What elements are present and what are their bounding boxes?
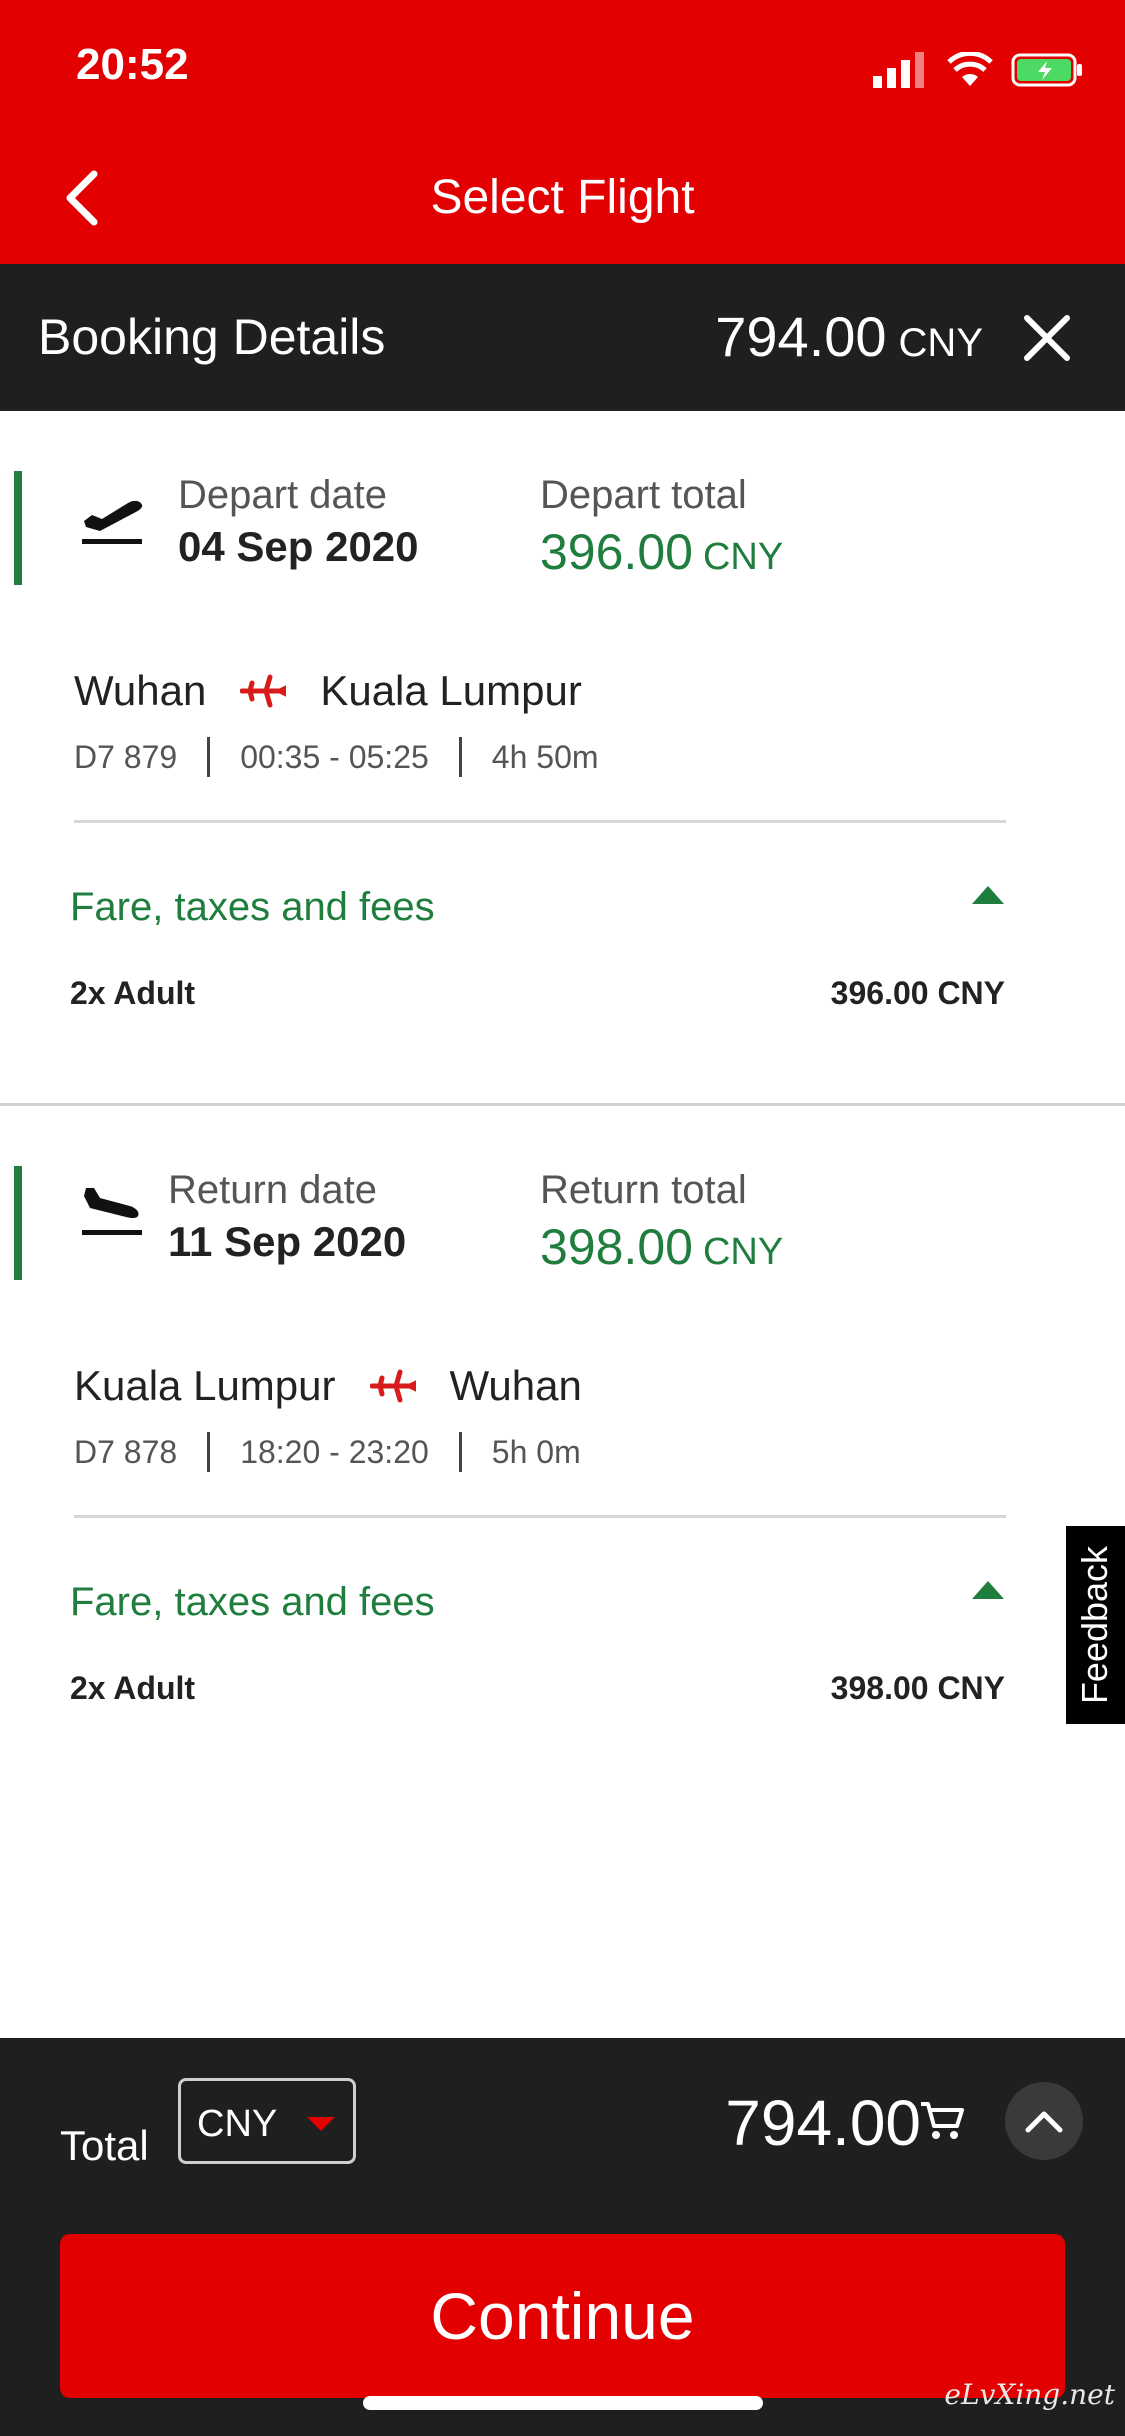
depart-origin: Wuhan — [74, 667, 207, 714]
booking-details-bar[interactable]: Booking Details 794.00 CNY — [0, 264, 1125, 411]
return-total: 398.00 CNY — [540, 1218, 783, 1276]
wifi-icon — [947, 52, 993, 86]
page-title: Select Flight — [430, 171, 695, 224]
return-section: Return date 11 Sep 2020 Return total 398… — [0, 1106, 1125, 1866]
meta-separator — [458, 1432, 462, 1472]
return-route: Kuala Lumpur Wuhan — [74, 1362, 582, 1410]
depart-date-label: Depart date — [178, 473, 388, 517]
currency-select[interactable]: CNY — [178, 2078, 356, 2164]
expand-button[interactable] — [1005, 2082, 1083, 2160]
return-divider — [74, 1515, 1006, 1518]
signal-icon — [873, 52, 924, 88]
chevron-up-icon — [1025, 2111, 1063, 2133]
depart-fare-toggle[interactable]: Fare, taxes and fees — [70, 885, 435, 930]
return-accent-bar — [14, 1166, 22, 1280]
return-time-range: 18:20 - 23:20 — [240, 1433, 429, 1470]
return-date-value: 11 Sep 2020 — [168, 1218, 407, 1265]
depart-section: Depart date 04 Sep 2020 Depart total 396… — [0, 411, 1125, 1103]
depart-total-label: Depart total — [540, 473, 747, 517]
depart-total: 396.00 CNY — [540, 523, 783, 581]
return-date-label: Return date — [168, 1168, 378, 1212]
close-button[interactable] — [1019, 310, 1075, 366]
depart-time-range: 00:35 - 05:25 — [240, 738, 429, 775]
booking-total: 794.00 CNY — [715, 304, 983, 369]
depart-collapse-icon[interactable] — [972, 886, 1004, 904]
status-time: 20:52 — [76, 40, 189, 89]
return-collapse-icon[interactable] — [972, 1581, 1004, 1599]
return-destination: Wuhan — [449, 1362, 582, 1409]
cart-icon[interactable] — [919, 2098, 965, 2144]
takeoff-icon — [82, 500, 143, 544]
feedback-tab[interactable]: Feedback — [1066, 1526, 1125, 1724]
depart-passengers: 2x Adult — [70, 975, 196, 1011]
home-indicator[interactable] — [363, 2396, 763, 2410]
return-origin: Kuala Lumpur — [74, 1362, 336, 1409]
airplane-icon — [369, 1369, 416, 1403]
feedback-label: Feedback — [1074, 1545, 1116, 1705]
total-label: Total — [60, 2122, 149, 2169]
return-duration: 5h 0m — [491, 1433, 581, 1470]
depart-flight-number: D7 879 — [74, 738, 178, 775]
status-icons — [873, 50, 1085, 90]
bottom-bar: Total CNY 794.00 Continue — [0, 2038, 1125, 2436]
depart-divider — [74, 820, 1006, 823]
app-header: 20:52 Select Flight — [0, 0, 1125, 264]
depart-flight-meta: D7 879 00:35 - 05:25 4h 50m — [74, 737, 599, 777]
depart-route: Wuhan Kuala Lumpur — [74, 667, 582, 715]
continue-button[interactable]: Continue — [60, 2234, 1065, 2398]
return-total-label: Return total — [540, 1168, 747, 1212]
depart-destination: Kuala Lumpur — [320, 667, 582, 714]
depart-fare-amount: 396.00 CNY — [830, 975, 1005, 1011]
depart-date-value: 04 Sep 2020 — [178, 523, 419, 570]
currency-select-value: CNY — [197, 2103, 278, 2145]
return-passengers: 2x Adult — [70, 1670, 196, 1706]
caret-down-icon — [307, 2117, 335, 2131]
meta-separator — [207, 737, 211, 777]
close-icon — [1024, 315, 1070, 361]
return-flight-meta: D7 878 18:20 - 23:20 5h 0m — [74, 1432, 581, 1472]
booking-details-label: Booking Details — [38, 309, 386, 365]
depart-total-amount: 396.00 — [540, 524, 693, 580]
meta-separator — [458, 737, 462, 777]
airplane-icon — [240, 674, 287, 708]
landing-icon — [82, 1188, 142, 1235]
return-total-amount: 398.00 — [540, 1219, 693, 1275]
return-total-currency: CNY — [702, 1231, 784, 1273]
battery-icon — [1011, 53, 1082, 87]
watermark: eLvXing.net — [944, 2378, 1115, 2411]
meta-separator — [207, 1432, 211, 1472]
depart-accent-bar — [14, 471, 22, 585]
return-flight-number: D7 878 — [74, 1433, 178, 1470]
depart-duration: 4h 50m — [491, 738, 599, 775]
depart-total-currency: CNY — [702, 536, 784, 578]
return-fare-toggle[interactable]: Fare, taxes and fees — [70, 1580, 435, 1625]
return-fare-amount: 398.00 CNY — [830, 1670, 1005, 1706]
booking-total-amount: 794.00 — [715, 305, 887, 368]
bottom-total-amount: 794.00 — [725, 2087, 921, 2159]
booking-total-currency: CNY — [898, 321, 983, 365]
